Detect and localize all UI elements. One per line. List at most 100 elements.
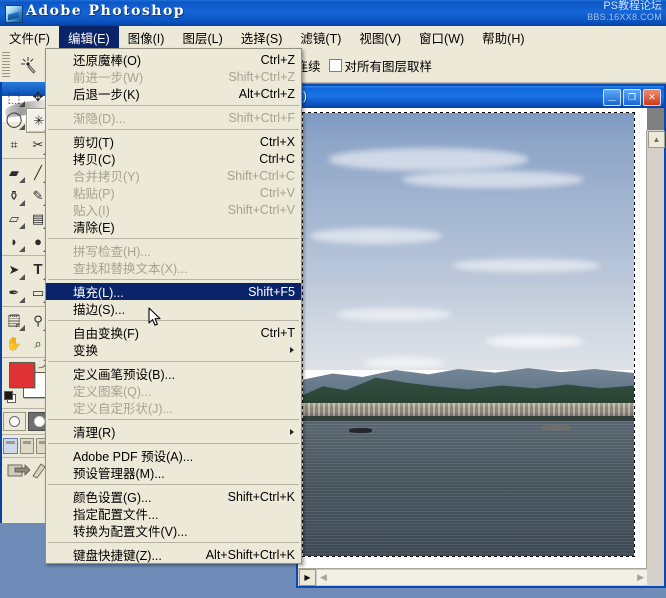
menu-option-0[interactable]: 还原魔棒(O) Ctrl+Z [46,51,301,69]
options-bar-grip[interactable] [2,52,10,78]
eraser-tool[interactable]: ▱ [2,207,26,230]
main-menu-bar[interactable]: 文件(F) 编辑(E) 图像(I) 图层(L) 选择(S) 滤镜(T) 视图(V) 窗口(W)… [0,26,666,49]
full-screen-with-menubar-button[interactable] [19,438,35,454]
menu-option-shortcut: Ctrl+X [259,134,295,149]
menu-option-32[interactable]: 指定配置文件... [46,505,301,522]
menu-option-33[interactable]: 转换为配置文件(V)... [46,522,301,539]
menu-option-11[interactable]: 清除(E) [46,218,301,235]
menu-option-label: 后退一步(K) [73,88,140,102]
menu-option-35[interactable]: 键盘快捷键(Z)... Alt+Shift+Ctrl+K [46,546,301,564]
horizontal-scrollbar[interactable]: ▶ ◀ ▶ [298,568,647,586]
menu-option-shortcut: Shift+F5 [248,284,295,299]
minimize-button[interactable]: _ [603,88,621,106]
maximize-button[interactable]: ❐ [623,89,641,106]
menu-option-shortcut: Ctrl+Z [260,52,295,67]
blur-tool[interactable]: ◗ [2,230,26,253]
menu-option-23: 定义图案(Q)... [46,382,301,399]
menu-item-8[interactable]: 帮助(H) [473,26,533,48]
menu-option-22[interactable]: 定义画笔预设(B)... [46,365,301,382]
standard-mode-button[interactable] [3,412,26,431]
document-title-bar[interactable]: ) _ ❐ ✕ [298,86,664,108]
scroll-up-button[interactable]: ▲ [648,131,665,148]
foreground-color-swatch[interactable] [9,362,35,388]
menu-item-7[interactable]: 窗口(W) [410,26,473,48]
menu-option-8: 合并拷贝(Y) Shift+Ctrl+C [46,167,301,185]
edit-menu-dropdown[interactable]: 还原魔棒(O) Ctrl+Z 前进一步(W) Shift+Ctrl+Z 后退一步(K) A… [45,48,302,564]
menu-option-4: 渐隐(D)... Shift+Ctrl+F [46,109,301,127]
crop-tool[interactable]: ⌗ [2,133,26,156]
menu-option-16[interactable]: 填充(L)... Shift+F5 [46,283,301,300]
menu-item-6[interactable]: 视图(V) [350,26,410,48]
application-title-bar: Adobe Photoshop PS教程论坛 BBS.16XX8.COM [0,0,666,26]
watermark-line-2: BBS.16XX8.COM [587,12,662,22]
close-button[interactable]: ✕ [643,89,661,106]
scrollbar-corner [647,569,664,586]
menu-option-shortcut: Alt+Ctrl+Z [238,86,295,101]
photoshop-logo-icon [5,5,23,23]
menu-separator [48,443,299,444]
menu-option-14: 查找和替换文本(X)... [46,259,301,276]
menu-option-shortcut: Shift+Ctrl+V [227,202,295,217]
menu-option-29[interactable]: 预设管理器(M)... [46,464,301,481]
menu-item-4[interactable]: 选择(S) [232,26,292,48]
menu-option-2[interactable]: 后退一步(K) Alt+Ctrl+Z [46,85,301,103]
canvas-area: ▲ ▶ ◀ ▶ [298,108,665,586]
vertical-scrollbar[interactable]: ▲ [646,130,665,569]
checkbox-box-1[interactable] [328,58,342,72]
menu-option-label: 转换为配置文件(V)... [73,525,188,539]
menu-option-31[interactable]: 颜色设置(G)... Shift+Ctrl+K [46,488,301,506]
path-selection-tool[interactable]: ➤ [2,258,26,281]
menu-separator [48,361,299,362]
menu-option-label: 清理(R) [73,426,116,440]
menu-item-2[interactable]: 图像(I) [119,26,174,48]
menu-option-label: 查找和替换文本(X)... [73,262,188,276]
lasso-tool[interactable]: ◯ [2,108,26,131]
image-canvas[interactable] [298,108,647,569]
menu-option-17[interactable]: 描边(S)... [46,300,301,317]
scroll-toggle-button[interactable]: ▶ [299,569,316,586]
magic-wand-icon[interactable] [13,52,43,78]
clone-stamp-tool[interactable]: ⚱ [2,184,26,207]
menu-option-19[interactable]: 自由变换(F) Ctrl+T [46,324,301,342]
menu-option-26[interactable]: 清理(R) [46,423,301,440]
rectangular-marquee-tool[interactable]: ⬚ [2,85,26,108]
pen-tool[interactable]: ✒ [2,281,26,304]
menu-option-13: 拼写检查(H)... [46,242,301,259]
menu-separator [48,129,299,130]
menu-option-shortcut: Shift+Ctrl+Z [228,69,295,84]
menu-option-shortcut: Shift+Ctrl+K [227,489,295,504]
menu-option-label: 清除(E) [73,221,115,235]
option-checkbox-1[interactable]: 对所有图层取样 [328,56,432,75]
menu-option-7[interactable]: 拷贝(C) Ctrl+C [46,150,301,168]
watermark-line-1: PS教程论坛 [603,0,662,12]
submenu-arrow-icon [290,428,294,435]
horizontal-scroll-track[interactable]: ◀ ▶ [317,569,647,586]
menu-option-9: 粘贴(P) Ctrl+V [46,184,301,202]
menu-item-1[interactable]: 编辑(E) [58,26,119,48]
menu-item-3[interactable]: 图层(L) [173,26,231,48]
menu-separator [48,419,299,420]
scroll-left-button[interactable]: ◀ [317,572,330,583]
menu-option-28[interactable]: Adobe PDF 预设(A)... [46,447,301,464]
menu-item-5[interactable]: 滤镜(T) [291,26,350,48]
standard-screen-mode-button[interactable] [3,438,18,454]
hand-tool[interactable]: ✋ [2,332,26,355]
default-colors-icon[interactable] [4,391,16,403]
menu-option-6[interactable]: 剪切(T) Ctrl+X [46,133,301,151]
menu-separator [48,542,299,543]
menu-option-shortcut: Ctrl+C [259,151,295,166]
submenu-arrow-icon [290,346,294,353]
menu-option-24: 定义自定形状(J)... [46,399,301,416]
menu-item-0[interactable]: 文件(F) [0,26,59,48]
menu-separator [48,238,299,239]
menu-separator [48,484,299,485]
menu-separator [48,320,299,321]
menu-option-20[interactable]: 变换 [46,341,301,358]
menu-separator [48,105,299,106]
notes-tool[interactable]: 🗒 [2,309,26,332]
menu-option-shortcut: Ctrl+T [260,325,295,340]
window-control-buttons: _ ❐ ✕ [603,88,661,106]
scroll-right-button[interactable]: ▶ [634,572,647,583]
menu-option-shortcut: Shift+Ctrl+F [228,110,295,125]
healing-brush-tool[interactable]: ▰ [2,161,26,184]
